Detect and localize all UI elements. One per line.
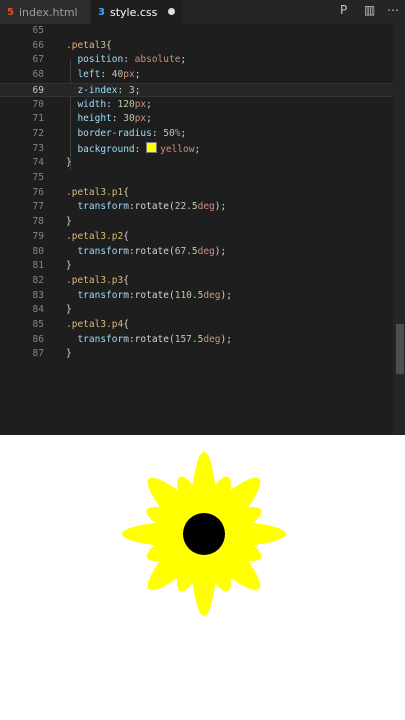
code-line[interactable]: 71 height: 30px;	[0, 112, 393, 127]
code-line[interactable]: 69 z-index: 3;	[0, 82, 393, 98]
tab-label: index.html	[18, 5, 78, 19]
line-number: 87	[32, 348, 44, 360]
html5-icon: 5	[7, 6, 14, 18]
code-area[interactable]: 65 66 .petal3{67 position: absolute; 68 lef…	[0, 24, 405, 435]
line-text: .petal3.p3{	[66, 274, 129, 286]
line-number: 73	[32, 142, 44, 154]
line-number: 84	[32, 304, 44, 316]
line-number: 70	[32, 98, 44, 110]
color-swatch-icon[interactable]	[146, 141, 158, 153]
line-text: left: 40px;	[77, 69, 141, 81]
code-line[interactable]: 73 background: yellow;	[0, 141, 393, 157]
tab-bar: 5 index.html 3 style.css P ▥ ⋯	[0, 0, 405, 24]
tab-label: style.css	[109, 5, 158, 19]
code-line[interactable]: 85 .petal3.p4{	[0, 318, 393, 333]
split-editor-icon[interactable]: ▥	[364, 3, 375, 17]
line-number: 67	[32, 54, 44, 66]
flower-graphic	[122, 452, 286, 616]
code-line[interactable]: 78}	[0, 215, 393, 230]
code-line[interactable]: 83 transform:rotate(110.5deg);	[0, 289, 393, 304]
line-text: transform:rotate(157.5deg);	[77, 333, 232, 345]
code-line[interactable]: 70 width: 120px;	[0, 98, 393, 113]
code-line[interactable]: 72 border-radius: 50%;	[0, 127, 393, 142]
scrollbar-thumb[interactable]	[396, 324, 404, 374]
line-text: position: absolute;	[77, 54, 187, 66]
line-text: .petal3.p4{	[66, 319, 129, 330]
line-number: 85	[32, 319, 44, 330]
line-text: transform:rotate(67.5deg);	[77, 245, 227, 257]
code-line[interactable]: 87}	[0, 347, 393, 362]
code-line[interactable]: 66 .petal3{	[0, 39, 393, 54]
code-line[interactable]: 86 transform:rotate(157.5deg);	[0, 333, 393, 348]
preview-icon[interactable]: P	[340, 3, 347, 17]
code-line[interactable]: 76 .petal3.p1{	[0, 186, 393, 201]
tab-style-css[interactable]: 3 style.css	[91, 0, 183, 24]
line-number: 71	[32, 113, 44, 125]
line-text: background: yellow;	[77, 141, 201, 155]
line-number: 81	[32, 260, 44, 272]
line-text: }	[66, 348, 72, 360]
code-line[interactable]: 67 position: absolute;	[0, 53, 393, 68]
code-line[interactable]: 65	[0, 24, 393, 39]
line-number: 75	[32, 172, 44, 183]
line-number: 72	[32, 127, 44, 139]
line-text: transform:rotate(110.5deg);	[77, 289, 232, 301]
line-text: z-index: 3;	[77, 84, 141, 96]
browser-preview	[0, 435, 405, 720]
line-text: .petal3.p2{	[66, 230, 129, 242]
code-line[interactable]: 80 transform:rotate(67.5deg);	[0, 245, 393, 260]
line-number: 86	[32, 333, 44, 345]
line-number: 68	[32, 69, 44, 81]
line-text: height: 30px;	[77, 113, 152, 125]
line-text: transform:rotate(22.5deg);	[77, 201, 227, 213]
line-number: 76	[32, 186, 44, 198]
css3-icon: 3	[98, 6, 105, 18]
flower-center	[183, 513, 225, 555]
code-line[interactable]: 84}	[0, 303, 393, 318]
tab-index-html[interactable]: 5 index.html	[0, 0, 90, 24]
code-line[interactable]: 75	[0, 171, 393, 186]
line-text: width: 120px;	[77, 98, 152, 110]
line-number: 77	[32, 201, 44, 213]
unsaved-dot-icon[interactable]	[168, 8, 175, 15]
code-editor: 5 index.html 3 style.css P ▥ ⋯ 65 66 .peta…	[0, 0, 405, 435]
code-line[interactable]: 82 .petal3.p3{	[0, 274, 393, 289]
line-text: }	[66, 157, 72, 169]
line-text: .petal3{	[66, 39, 112, 51]
line-number: 69	[32, 84, 44, 96]
line-number: 65	[32, 25, 44, 36]
line-text: }	[66, 260, 72, 272]
line-number: 74	[32, 157, 44, 169]
line-text: }	[66, 216, 72, 228]
line-number: 78	[32, 216, 44, 228]
line-number: 83	[32, 289, 44, 301]
line-number: 79	[32, 230, 44, 242]
code-line[interactable]: 77 transform:rotate(22.5deg);	[0, 200, 393, 215]
vertical-scrollbar[interactable]	[393, 24, 405, 435]
code-line[interactable]: 81}	[0, 259, 393, 274]
line-text: }	[66, 304, 72, 316]
more-actions-icon[interactable]: ⋯	[387, 3, 399, 17]
code-line[interactable]: 74}	[0, 156, 393, 171]
code-line[interactable]: 79 .petal3.p2{	[0, 230, 393, 245]
code-line[interactable]: 68 left: 40px;	[0, 68, 393, 83]
line-text: border-radius: 50%;	[77, 127, 187, 139]
line-number: 82	[32, 274, 44, 286]
line-number: 80	[32, 245, 44, 257]
line-number: 66	[32, 39, 44, 51]
line-text: .petal3.p1{	[66, 186, 129, 198]
